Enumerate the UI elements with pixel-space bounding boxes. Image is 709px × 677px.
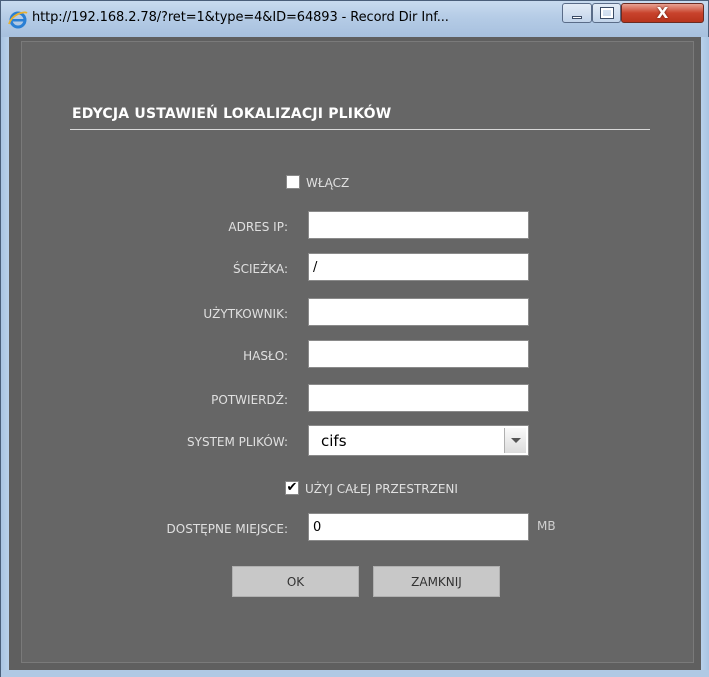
close-button[interactable]: ZAMKNIJ	[373, 566, 500, 597]
maximize-icon	[599, 7, 614, 19]
password-input[interactable]	[308, 340, 529, 368]
checkmark-icon: ✔	[286, 480, 298, 495]
window-frame-right	[701, 37, 709, 676]
dropdown-button[interactable]	[504, 428, 526, 453]
file-system-label: SYSTEM PLIKÓW:	[187, 435, 288, 449]
file-system-select[interactable]: cifs	[308, 425, 529, 456]
enable-label: WŁĄCZ	[306, 176, 350, 190]
minimize-icon	[572, 15, 582, 19]
available-space-input[interactable]	[308, 513, 529, 541]
minimize-button[interactable]	[562, 3, 592, 23]
password-label: HASŁO:	[243, 349, 288, 363]
heading-divider	[70, 129, 650, 130]
available-space-label: DOSTĘPNE MIEJSCE:	[166, 522, 288, 536]
window-title: http://192.168.2.78/?ret=1&type=4&ID=648…	[32, 10, 449, 25]
internet-explorer-icon	[8, 11, 28, 29]
username-input[interactable]	[308, 298, 529, 326]
use-all-space-checkbox[interactable]: ✔	[285, 481, 299, 495]
browser-popup-window: http://192.168.2.78/?ret=1&type=4&ID=648…	[0, 0, 709, 677]
space-unit: MB	[537, 519, 556, 533]
path-label: ŚCIEŻKA:	[232, 262, 288, 276]
confirm-password-label: POTWIERDŹ:	[211, 393, 288, 407]
ip-label: ADRES IP:	[228, 220, 288, 234]
window-frame-left	[1, 37, 9, 676]
confirm-password-input[interactable]	[308, 384, 529, 412]
chevron-down-icon	[510, 438, 521, 443]
enable-checkbox[interactable]	[286, 175, 300, 189]
use-all-space-label: UŻYJ CAŁEJ PRZESTRZENI	[305, 482, 458, 496]
ok-button[interactable]: OK	[232, 566, 359, 597]
title-bar[interactable]: http://192.168.2.78/?ret=1&type=4&ID=648…	[1, 1, 708, 37]
close-icon: X	[656, 4, 669, 22]
window-frame-bottom	[1, 670, 709, 677]
maximize-button[interactable]	[592, 3, 621, 23]
file-system-value: cifs	[321, 432, 347, 450]
user-label: UŻYTKOWNIK:	[203, 307, 288, 321]
ip-address-input[interactable]	[308, 211, 529, 239]
path-input[interactable]	[308, 253, 529, 281]
form-heading: EDYCJA USTAWIEŃ LOKALIZACJI PLIKÓW	[72, 106, 392, 122]
close-window-button[interactable]: X	[621, 3, 704, 23]
